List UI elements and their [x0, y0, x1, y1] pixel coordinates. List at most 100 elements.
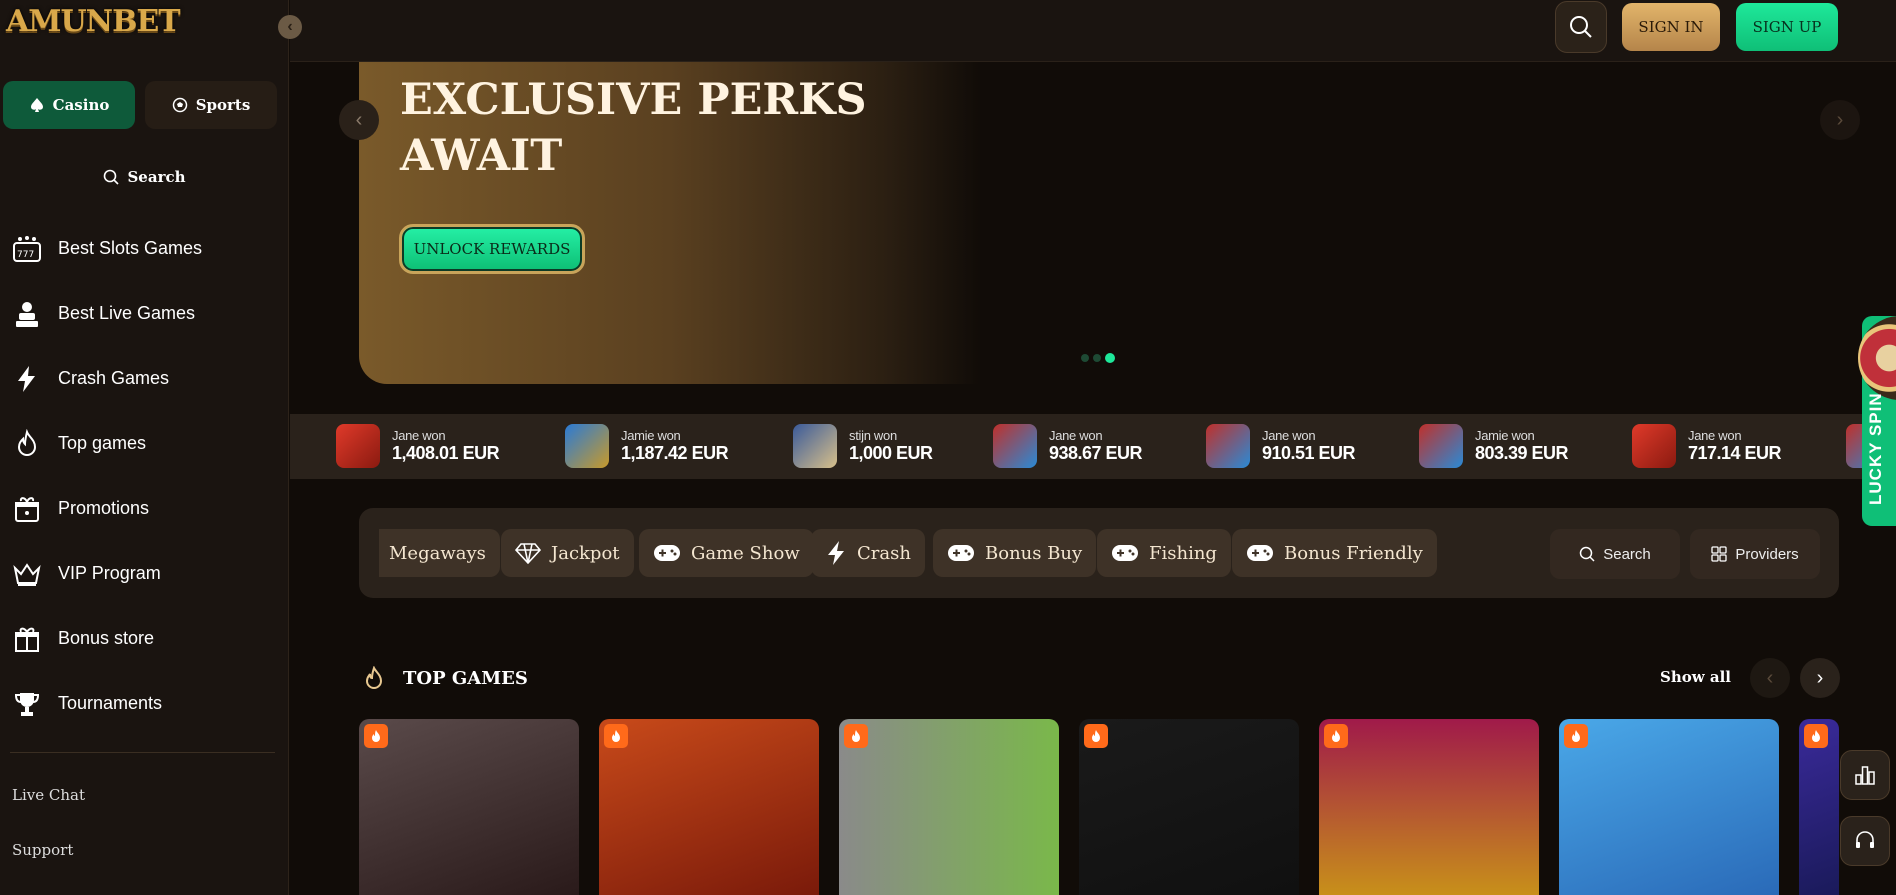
hero-slide-indicator [1081, 353, 1115, 363]
category-chip-game-show[interactable]: Game Show [639, 529, 814, 577]
hot-badge [844, 724, 868, 748]
game-card[interactable] [1079, 719, 1299, 895]
win-amount: 717.14 EUR [1688, 443, 1782, 463]
win-item[interactable]: stijn won 1,000 EUR [793, 424, 933, 468]
hot-badge [604, 724, 628, 748]
tab-sports[interactable]: Sports [145, 81, 277, 129]
hero-title-line2: AWAIT [400, 131, 563, 181]
category-chip-label: Bonus Friendly [1284, 542, 1423, 564]
sidebar-collapse-button[interactable]: ‹ [278, 15, 302, 39]
slot-machine-icon: 777 [12, 234, 42, 264]
unlock-rewards-button[interactable]: UNLOCK REWARDS [399, 224, 585, 274]
header-search-button[interactable] [1555, 1, 1607, 53]
sidebar-item-label: VIP Program [58, 563, 161, 583]
win-item[interactable]: Jane won 1,408.01 EUR [336, 424, 500, 468]
sidebar-item-best-slots[interactable]: 777 Best Slots Games [0, 216, 289, 281]
crown-icon [12, 559, 42, 589]
winner-name: Jane won [1049, 428, 1103, 443]
svg-text:777: 777 [17, 250, 34, 260]
game-card[interactable] [839, 719, 1059, 895]
sign-up-button[interactable]: SIGN UP [1736, 3, 1838, 51]
tab-casino[interactable]: Casino [3, 81, 135, 129]
sidebar-item-crash[interactable]: Crash Games [0, 346, 289, 411]
hot-badge [1324, 724, 1348, 748]
sidebar-item-bonus-store[interactable]: Bonus store [0, 606, 289, 671]
category-chip-label: Bonus Buy [985, 542, 1083, 564]
providers-button[interactable]: Providers [1690, 529, 1820, 579]
win-item[interactable]: Jane won 910.51 EUR [1206, 424, 1356, 468]
game-thumbnail [793, 424, 837, 468]
win-amount: 938.67 EUR [1049, 443, 1143, 463]
brand-logo[interactable]: AMUNBET [6, 4, 181, 39]
game-thumbnail [565, 424, 609, 468]
slide-dot[interactable] [1081, 354, 1089, 362]
live-chat-link[interactable]: Live Chat [12, 786, 85, 804]
category-chip-label: Crash [857, 542, 911, 564]
search-icon [104, 169, 120, 185]
headset-icon [1856, 831, 1874, 848]
category-chip-bonus-buy[interactable]: Bonus Buy [933, 529, 1097, 577]
gamepad-icon [1112, 545, 1138, 561]
category-chip-label: Jackpot [551, 542, 620, 564]
win-item[interactable]: Jamie won 803.39 EUR [1419, 424, 1569, 468]
lucky-spin-label: LUCKY SPIN [1866, 392, 1885, 505]
hero-title-line1: EXCLUSIVE PERKS [400, 75, 867, 125]
sidebar-item-label: Tournaments [58, 693, 163, 713]
game-card[interactable] [599, 719, 819, 895]
sidebar-item-label: Best Live Games [58, 303, 196, 323]
sidebar-search-label: Search [127, 168, 186, 186]
win-amount: 1,408.01 EUR [392, 443, 500, 463]
hero-title: EXCLUSIVE PERKS AWAIT [400, 72, 880, 184]
sidebar-item-label: Crash Games [58, 368, 170, 388]
category-chip-bonus-friendly[interactable]: Bonus Friendly [1232, 529, 1437, 577]
sidebar-item-promotions[interactable]: Promotions [0, 476, 289, 541]
gift-box-icon [12, 624, 42, 654]
category-chip-megaways[interactable]: Megaways [379, 529, 500, 577]
sidebar-item-top-games[interactable]: Top games [0, 411, 289, 476]
sidebar-item-best-live[interactable]: Best Live Games [0, 281, 289, 346]
win-item[interactable]: Jane won 938.67 EUR [993, 424, 1143, 468]
leaderboard-button[interactable] [1840, 750, 1890, 800]
flame-icon [1572, 730, 1580, 742]
slide-dot-active[interactable] [1105, 353, 1115, 363]
win-item[interactable]: Jamie won 1,187.42 EUR [565, 424, 729, 468]
search-icon [1570, 16, 1592, 38]
winner-name: Jamie won [621, 428, 681, 443]
flame-icon [1812, 730, 1820, 742]
hero-next-button[interactable]: › [1820, 100, 1860, 140]
games-search-button[interactable]: Search [1550, 529, 1680, 579]
sign-in-button[interactable]: SIGN IN [1622, 3, 1720, 51]
category-chip-fishing[interactable]: Fishing [1097, 529, 1231, 577]
flame-icon [612, 730, 620, 742]
win-amount: 1,000 EUR [849, 443, 933, 463]
hero-prev-button[interactable]: ‹ [339, 100, 379, 140]
winner-name: stijn won [849, 428, 897, 443]
slide-dot[interactable] [1093, 354, 1101, 362]
game-card[interactable] [1319, 719, 1539, 895]
support-link[interactable]: Support [12, 841, 73, 859]
game-thumbnail [993, 424, 1037, 468]
game-card[interactable] [1799, 719, 1839, 895]
flame-icon [12, 428, 42, 459]
games-next-button[interactable]: › [1800, 658, 1840, 698]
game-card[interactable] [1559, 719, 1779, 895]
winner-name: Jane won [1688, 428, 1742, 443]
category-chip-jackpot[interactable]: Jackpot [501, 529, 634, 577]
games-search-label: Search [1603, 545, 1651, 563]
win-item[interactable]: Jane won 717.14 EUR [1632, 424, 1782, 468]
chevron-left-icon: ‹ [1766, 666, 1774, 689]
sidebar-search[interactable]: Search [0, 160, 289, 194]
sidebar-item-vip[interactable]: VIP Program [0, 541, 289, 606]
games-prev-button[interactable]: ‹ [1750, 658, 1790, 698]
sidebar-divider [10, 752, 275, 753]
chevron-right-icon: › [1836, 108, 1844, 131]
sidebar-item-tournaments[interactable]: Tournaments [0, 671, 289, 736]
tab-casino-label: Casino [52, 96, 110, 114]
game-card[interactable] [359, 719, 579, 895]
flame-icon [365, 666, 383, 689]
sidebar-nav: 777 Best Slots Games Best Live Games Cra… [0, 216, 289, 736]
show-all-link[interactable]: Show all [1660, 668, 1731, 686]
support-chat-button[interactable] [1840, 816, 1890, 866]
category-chip-crash[interactable]: Crash [811, 529, 925, 577]
soccer-ball-icon [172, 97, 187, 113]
